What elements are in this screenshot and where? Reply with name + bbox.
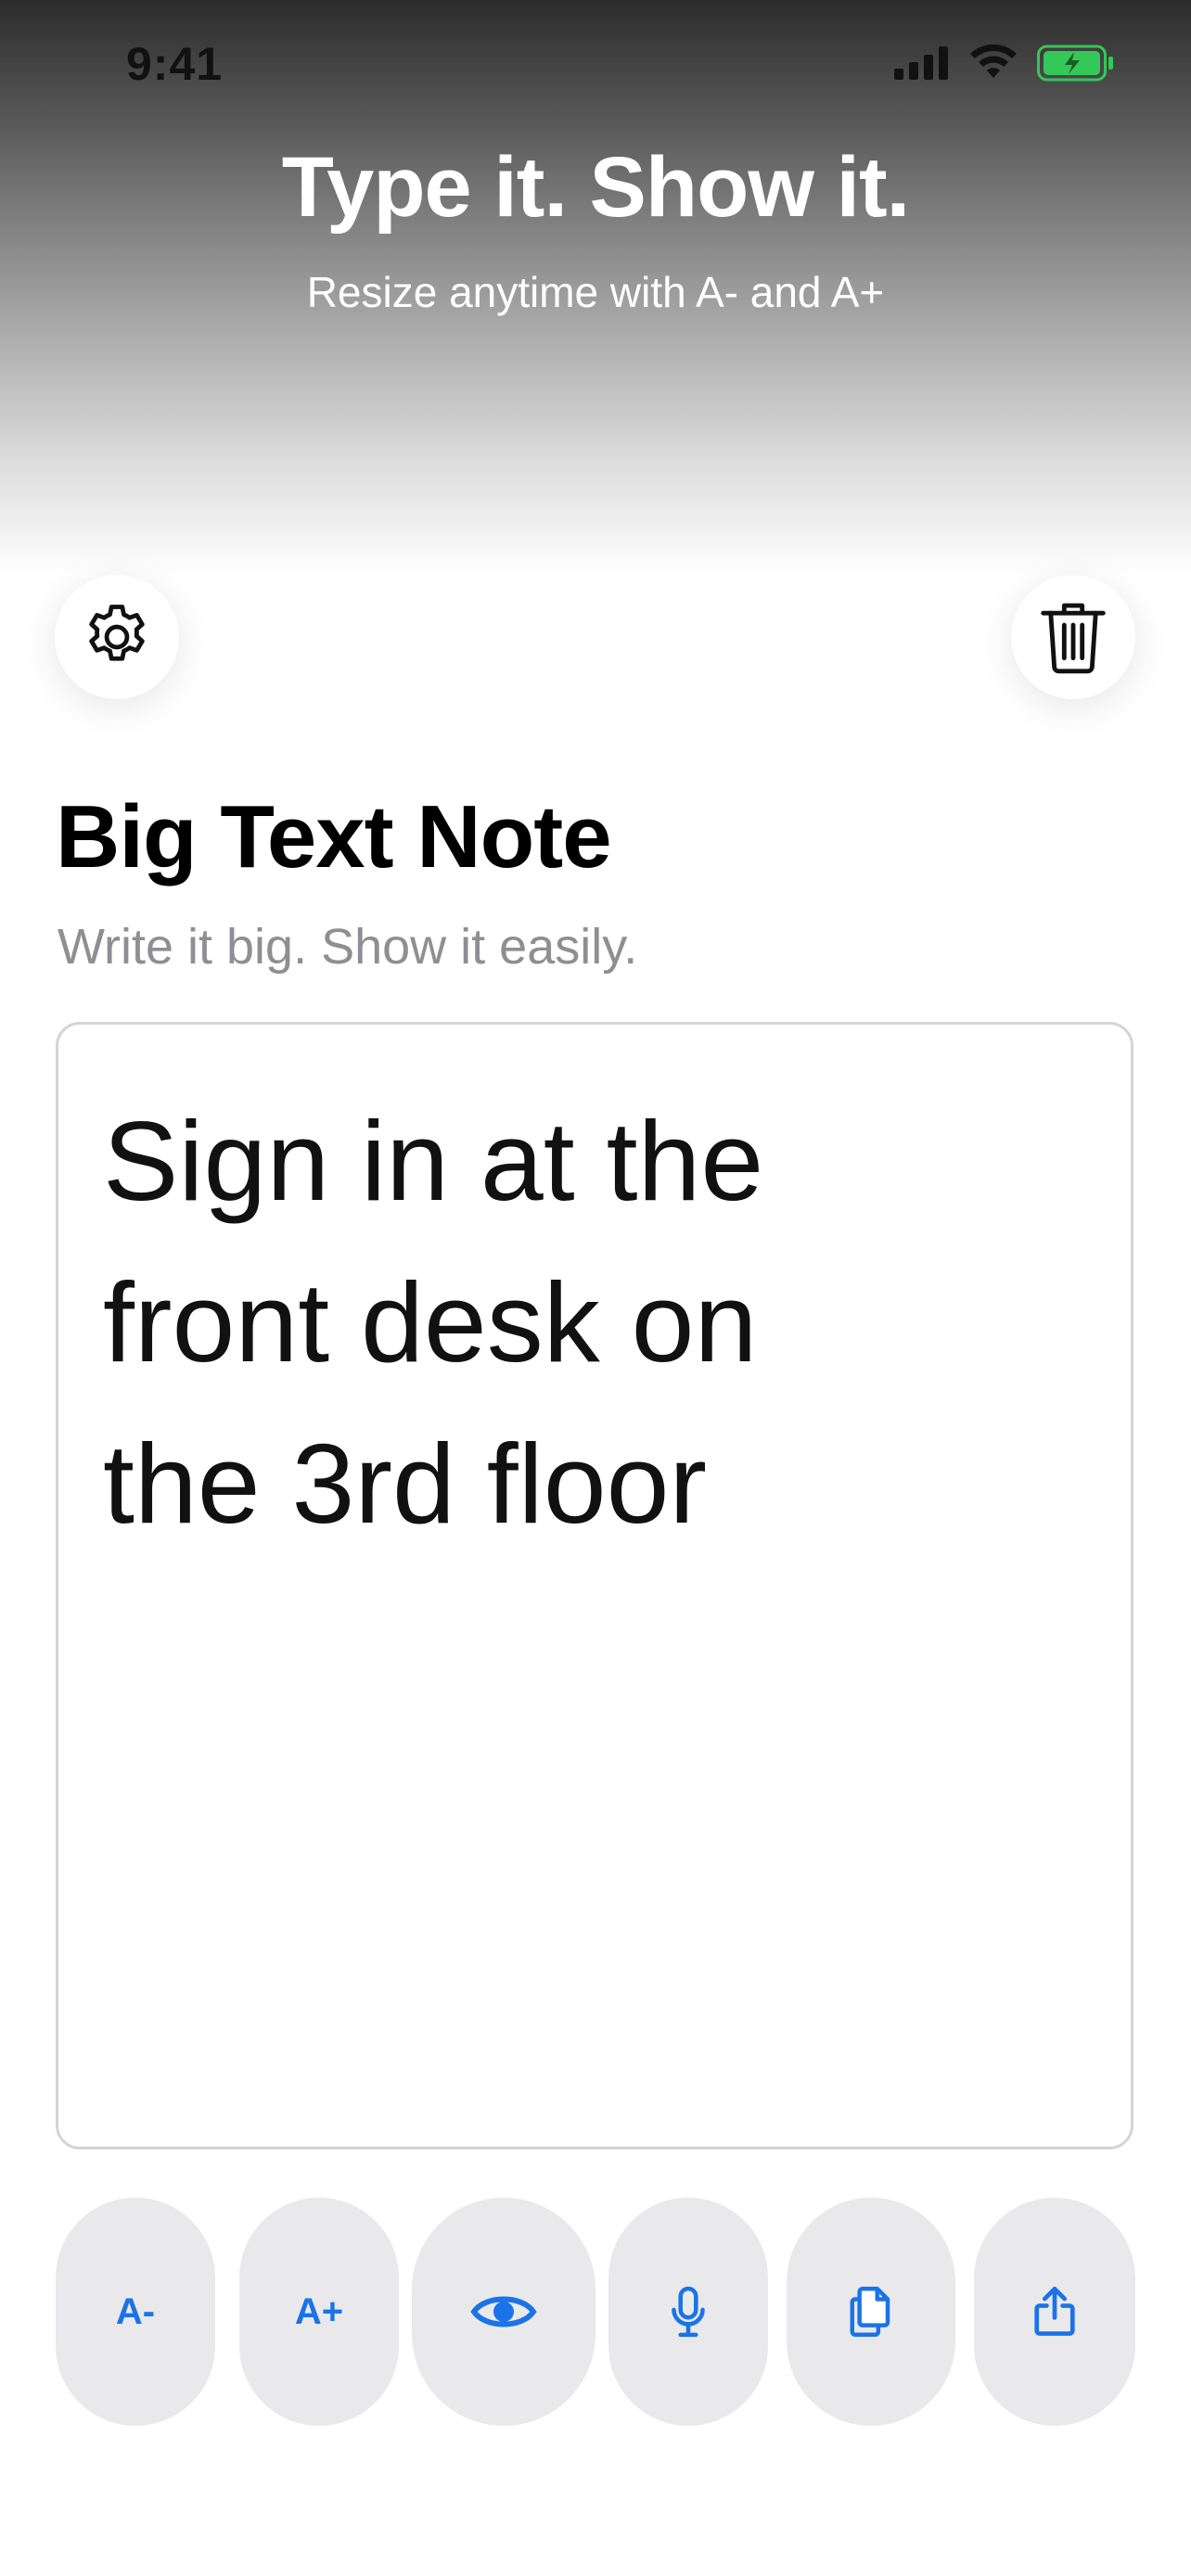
gear-icon <box>89 605 145 661</box>
share-button[interactable] <box>974 2198 1135 2426</box>
status-time: 9:41 <box>126 38 224 90</box>
cellular-signal-icon <box>894 46 948 80</box>
trash-button[interactable] <box>1011 575 1135 699</box>
decrease-font-button[interactable]: A- <box>56 2198 215 2426</box>
screen: 9:41 Type it. Show it. Resize anytime wi… <box>0 0 1191 2576</box>
hero-title: Type it. Show it. <box>281 140 910 235</box>
status-icons <box>894 45 1115 82</box>
settings-button[interactable] <box>55 575 179 699</box>
bottom-toolbar: A- A+ <box>0 2198 1191 2426</box>
increase-font-label: A+ <box>294 2290 344 2332</box>
decrease-font-label: A- <box>115 2290 156 2332</box>
copy-button[interactable] <box>787 2198 955 2426</box>
battery-charging-icon <box>1037 45 1113 82</box>
trash-icon <box>1041 603 1106 674</box>
increase-font-button[interactable]: A+ <box>239 2198 399 2426</box>
note-editor[interactable]: Sign in at the front desk on the 3rd flo… <box>56 1022 1133 2149</box>
note-text[interactable]: Sign in at the front desk on the 3rd flo… <box>103 1080 826 1564</box>
hero-subtitle: Resize anytime with A- and A+ <box>306 268 885 316</box>
show-fullscreen-button[interactable] <box>412 2198 596 2426</box>
app-title: Big Text Note <box>56 787 612 886</box>
eye-icon <box>470 2296 537 2327</box>
microphone-icon <box>672 2286 705 2338</box>
app-subtitle: Write it big. Show it easily. <box>58 919 638 975</box>
copy-icon <box>850 2287 890 2337</box>
dictation-button[interactable] <box>608 2198 768 2426</box>
share-icon <box>1034 2287 1075 2336</box>
wifi-icon <box>970 45 1017 78</box>
